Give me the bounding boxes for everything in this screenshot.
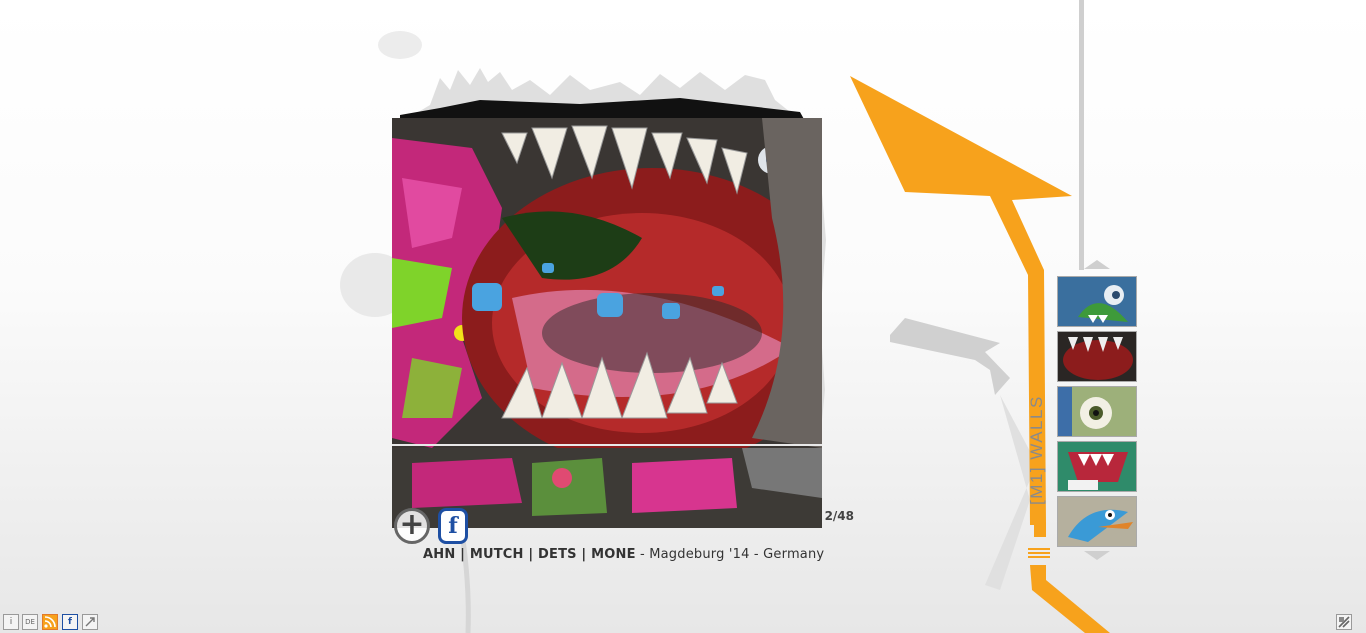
section-label[interactable]: [M1] WALLS: [1027, 395, 1047, 505]
thumbnail-image: [1058, 497, 1136, 546]
plus-icon: +: [399, 506, 425, 542]
facebook-icon: f: [448, 513, 458, 539]
thumbnail-1[interactable]: [1057, 276, 1137, 327]
artwork-details: - Magdeburg '14 - Germany: [635, 547, 825, 562]
facebook-button[interactable]: f: [62, 614, 78, 630]
fullscreen-icon: [85, 617, 95, 627]
info-icon: i: [9, 617, 13, 627]
artwork-image[interactable]: [392, 118, 822, 528]
rss-icon: [44, 616, 56, 628]
image-counter: 2/48: [824, 509, 854, 523]
settings-icon: [1338, 616, 1350, 628]
info-button[interactable]: i: [3, 614, 19, 630]
thumbnail-image: [1058, 277, 1136, 326]
artwork-artists: AHN | MUTCH | DETS | MONE: [423, 547, 636, 562]
thumbnail-scroll-up-icon[interactable]: [1082, 259, 1112, 269]
artwork-caption: AHN | MUTCH | DETS | MONE - Magdeburg '1…: [423, 547, 824, 562]
facebook-share-button[interactable]: f: [438, 508, 468, 544]
settings-button[interactable]: [1336, 614, 1352, 630]
zoom-button[interactable]: +: [394, 508, 430, 544]
thumbnail-2-active[interactable]: [1057, 331, 1137, 382]
thumbnail-image: [1058, 387, 1136, 436]
thumbnail-scroll-down-icon[interactable]: [1082, 551, 1112, 561]
language-label: DE: [25, 618, 35, 626]
rss-button[interactable]: [42, 614, 58, 630]
thumbnail-image: [1058, 442, 1136, 491]
language-button[interactable]: DE: [22, 614, 38, 630]
thumbnail-5[interactable]: [1057, 496, 1137, 547]
graffiti-mural-image: [392, 118, 822, 528]
thumbnail-4[interactable]: [1057, 441, 1137, 492]
fullscreen-button[interactable]: [82, 614, 98, 630]
facebook-icon: f: [68, 617, 72, 627]
thumbnail-image: [1058, 332, 1136, 381]
thumbnail-3[interactable]: [1057, 386, 1137, 437]
